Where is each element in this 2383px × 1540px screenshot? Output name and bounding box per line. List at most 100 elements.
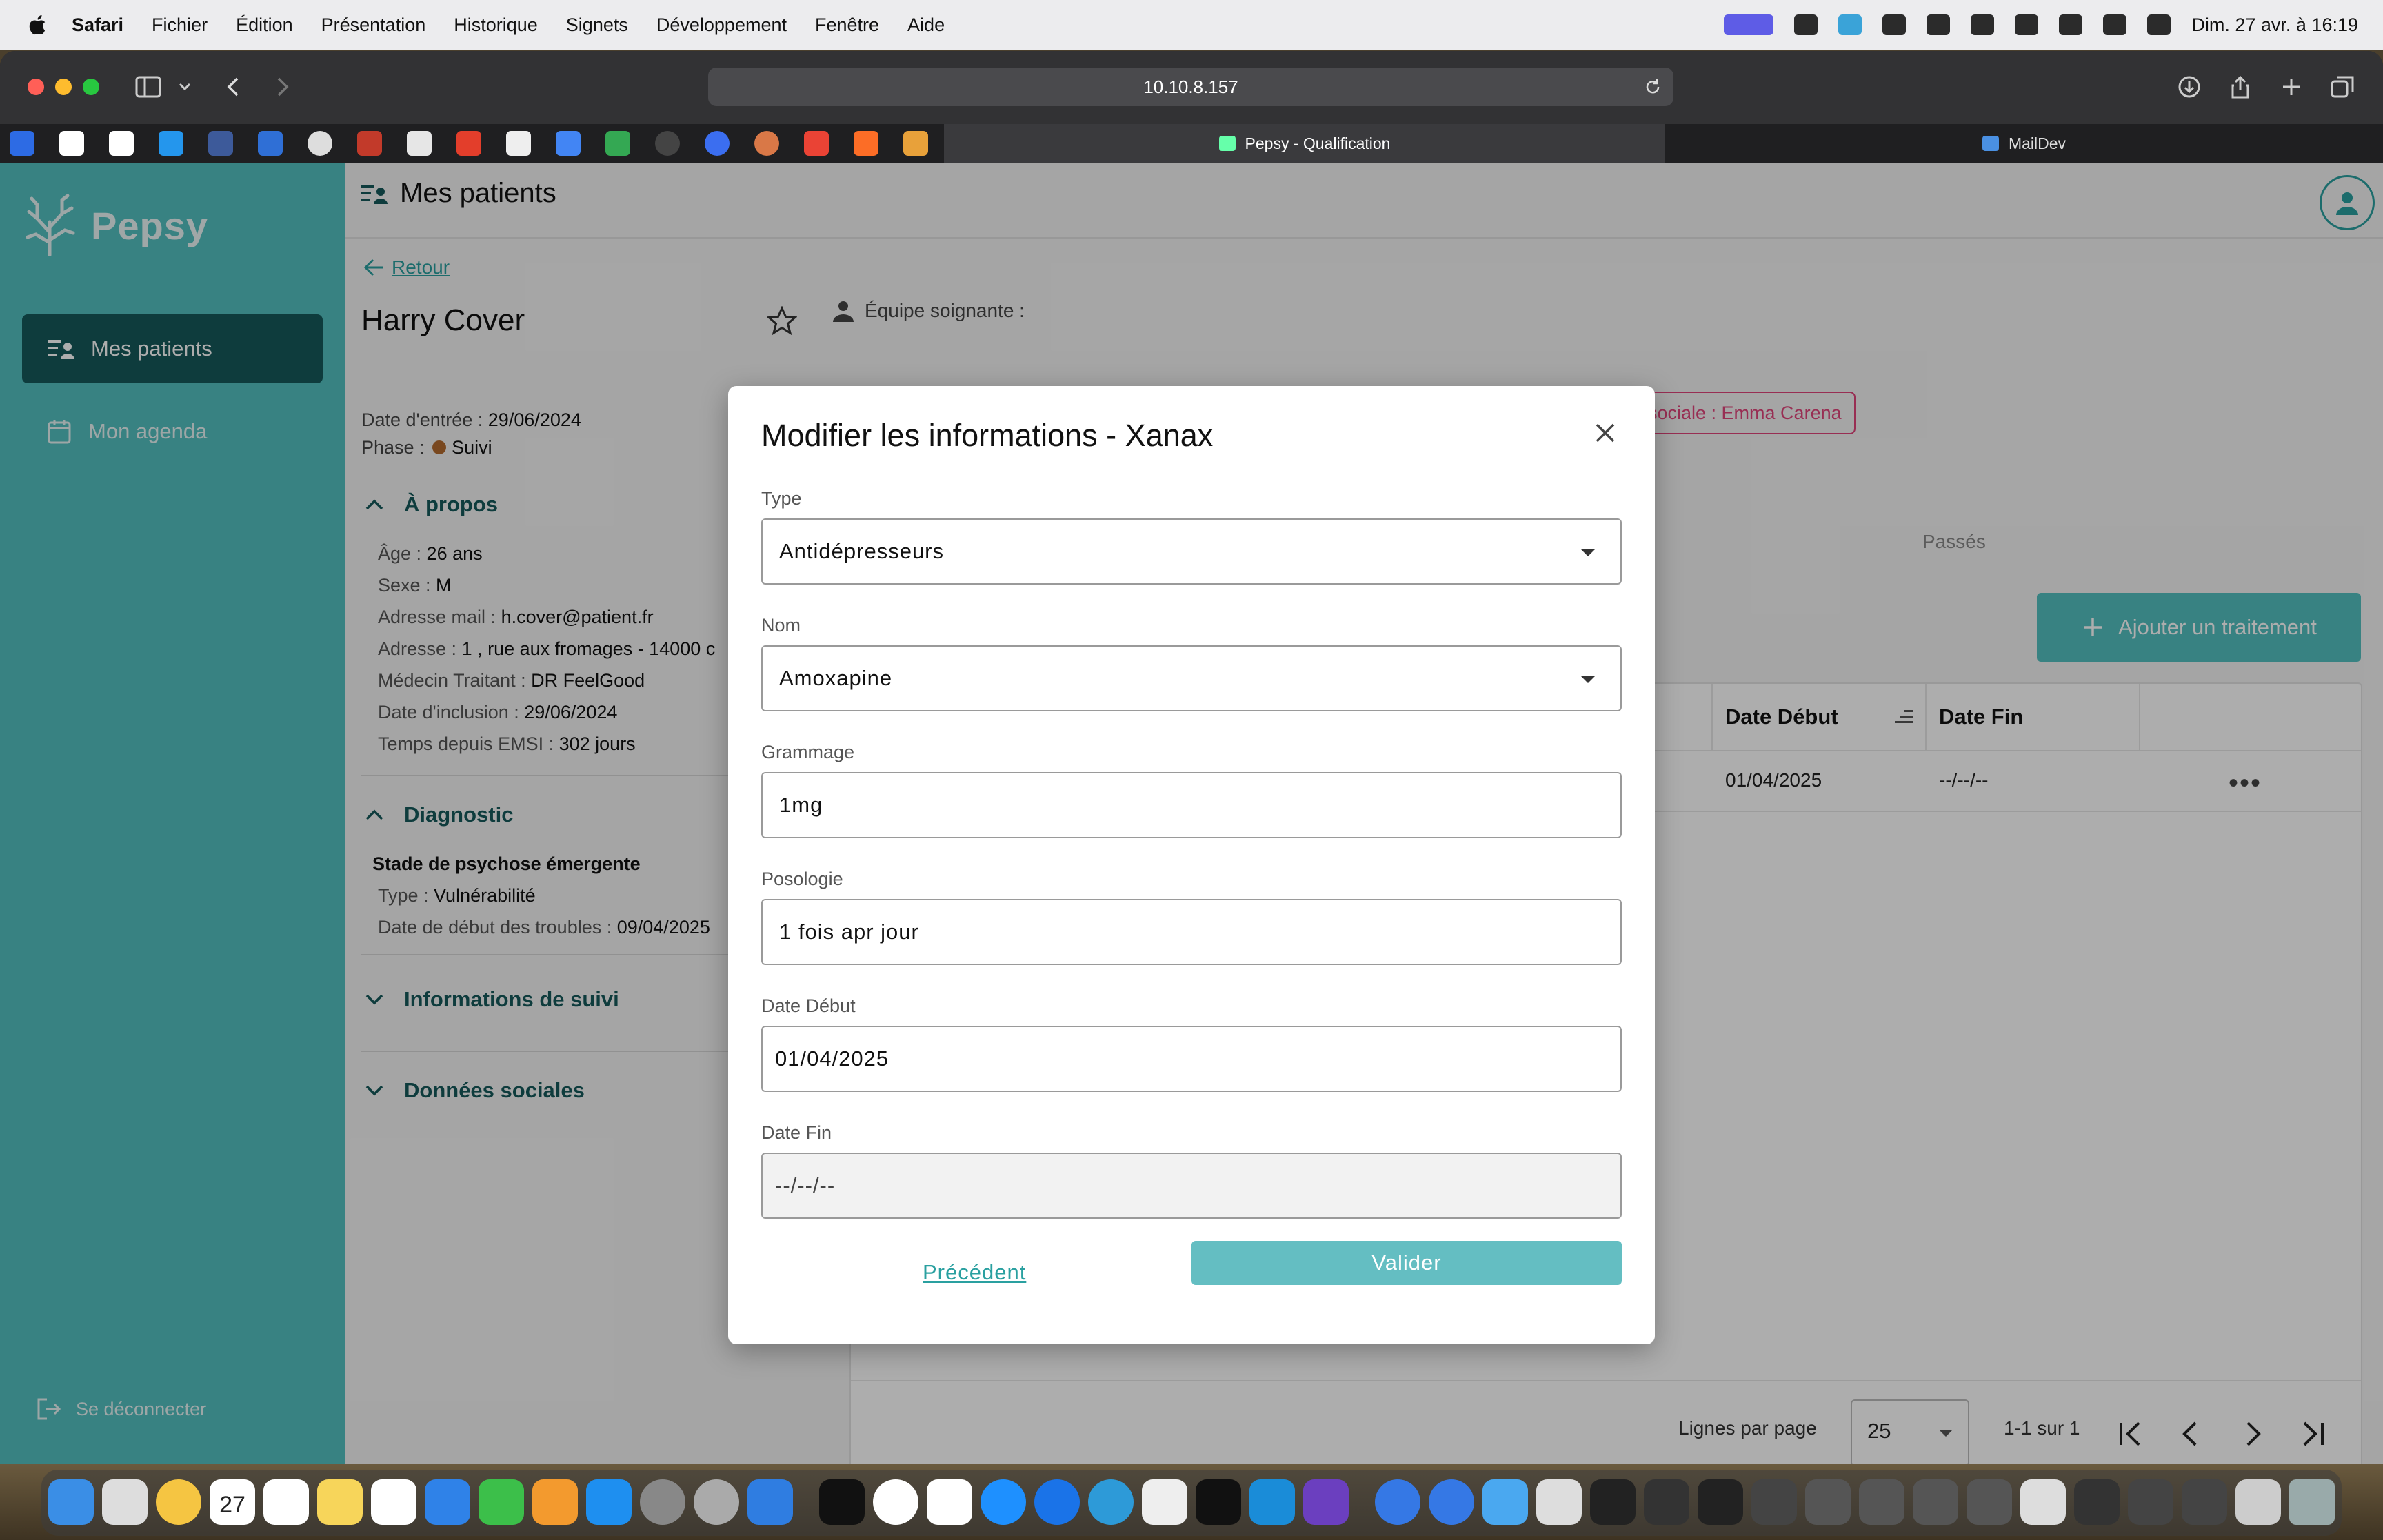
close-icon[interactable]: [1590, 418, 1620, 448]
window-thumbnail-icon[interactable]: [1698, 1479, 1743, 1525]
bookmark-app-icon[interactable]: [407, 131, 432, 156]
vscode-icon[interactable]: [1249, 1479, 1295, 1525]
menu-fichier[interactable]: Fichier: [152, 14, 208, 36]
url-bar[interactable]: 10.10.8.157: [708, 68, 1673, 106]
bookmark-bitwarden-icon[interactable]: [258, 131, 283, 156]
forward-arrow-icon[interactable]: [269, 74, 295, 99]
menubar-clock[interactable]: Dim. 27 avr. à 16:19: [2191, 14, 2358, 36]
window-thumbnail-icon[interactable]: [1590, 1479, 1636, 1525]
tab-pepsy[interactable]: Pepsy - Qualification: [944, 124, 1665, 163]
wifi-icon[interactable]: [2059, 14, 2083, 35]
window-thumbnail-icon[interactable]: [1967, 1479, 2012, 1525]
trash-icon[interactable]: [2289, 1479, 2335, 1525]
numbers-icon[interactable]: [479, 1479, 524, 1525]
calendar-app-icon[interactable]: 27: [210, 1479, 255, 1525]
bookmark-gitlab-icon[interactable]: [854, 131, 878, 156]
dosage-input[interactable]: 1mg: [761, 772, 1622, 838]
finder-icon[interactable]: [48, 1479, 94, 1525]
app-icon[interactable]: [927, 1479, 972, 1525]
start-date-input[interactable]: 01/04/2025: [761, 1026, 1622, 1092]
bookmark-app-icon[interactable]: [208, 131, 233, 156]
window-thumbnail-icon[interactable]: [1805, 1479, 1851, 1525]
window-thumbnail-icon[interactable]: [1644, 1479, 1689, 1525]
keynote-icon[interactable]: [425, 1479, 470, 1525]
apple-menu-icon[interactable]: [28, 14, 47, 35]
menu-aide[interactable]: Aide: [907, 14, 945, 36]
window-thumbnail-icon[interactable]: [1859, 1479, 1904, 1525]
safari-icon[interactable]: [981, 1479, 1026, 1525]
downloads-icon[interactable]: [2176, 74, 2202, 99]
chrome-icon[interactable]: [873, 1479, 918, 1525]
bookmark-github-icon[interactable]: [59, 131, 84, 156]
window-thumbnail-icon[interactable]: [2235, 1479, 2281, 1525]
window-zoom-button[interactable]: [83, 79, 99, 95]
bookmark-calendar-icon[interactable]: [556, 131, 581, 156]
bookmark-jira-icon[interactable]: [10, 131, 34, 156]
grammarly-icon[interactable]: [1794, 14, 1818, 35]
photos-icon[interactable]: [156, 1479, 201, 1525]
window-thumbnail-icon[interactable]: [1536, 1479, 1582, 1525]
reminders-icon[interactable]: [263, 1479, 309, 1525]
chevron-down-icon[interactable]: [177, 74, 193, 99]
window-thumbnail-icon[interactable]: [2128, 1479, 2173, 1525]
terminal-icon[interactable]: [819, 1479, 865, 1525]
menu-fenetre[interactable]: Fenêtre: [815, 14, 879, 36]
posology-input[interactable]: 1 fois apr jour: [761, 899, 1622, 965]
menu-historique[interactable]: Historique: [454, 14, 538, 36]
window-thumbnail-icon[interactable]: [2020, 1479, 2066, 1525]
app-icon[interactable]: [1088, 1479, 1134, 1525]
bookmark-app-icon[interactable]: [357, 131, 382, 156]
control-center-icon[interactable]: [2147, 14, 2171, 35]
window-minimize-button[interactable]: [55, 79, 72, 95]
tab-overview-icon[interactable]: [2329, 74, 2355, 99]
pages-icon[interactable]: [532, 1479, 578, 1525]
app-icon[interactable]: [1375, 1479, 1420, 1525]
bookmark-gemini-icon[interactable]: [705, 131, 730, 156]
upload-icon[interactable]: [1927, 14, 1951, 35]
app-icon[interactable]: [1303, 1479, 1349, 1525]
new-tab-icon[interactable]: [2278, 74, 2304, 99]
app-store-icon[interactable]: [586, 1479, 632, 1525]
reload-icon[interactable]: [1643, 77, 1662, 97]
share-icon[interactable]: [2227, 74, 2253, 99]
bookmark-meet-icon[interactable]: [605, 131, 630, 156]
system-settings-icon[interactable]: [640, 1479, 685, 1525]
folder-icon[interactable]: [1482, 1479, 1528, 1525]
vpn-icon[interactable]: [1882, 14, 1907, 35]
notes-icon[interactable]: [317, 1479, 363, 1525]
pycharm-icon[interactable]: [1196, 1479, 1241, 1525]
bookmark-chatgpt-icon[interactable]: [655, 131, 680, 156]
battery-icon[interactable]: [2015, 14, 2039, 35]
bookmark-claude-icon[interactable]: [754, 131, 779, 156]
window-thumbnail-icon[interactable]: [1751, 1479, 1797, 1525]
spotlight-icon[interactable]: [2103, 14, 2127, 35]
menu-app-name[interactable]: Safari: [72, 14, 123, 36]
window-thumbnail-icon[interactable]: [1913, 1479, 1958, 1525]
menu-signets[interactable]: Signets: [566, 14, 628, 36]
submit-button[interactable]: Valider: [1192, 1241, 1622, 1285]
tab-maildev[interactable]: MailDev: [1665, 124, 2383, 163]
bookmark-app-icon[interactable]: [903, 131, 928, 156]
bookmark-app-icon[interactable]: [456, 131, 481, 156]
xcode-icon[interactable]: [747, 1479, 793, 1525]
name-select[interactable]: Amoxapine: [761, 645, 1622, 711]
previous-button[interactable]: Précédent: [923, 1260, 1026, 1285]
back-arrow-icon[interactable]: [221, 74, 247, 99]
bookmark-gmail-icon[interactable]: [804, 131, 829, 156]
launchpad-icon[interactable]: [102, 1479, 148, 1525]
window-thumbnail-icon[interactable]: [2182, 1479, 2227, 1525]
bookmark-github-icon[interactable]: [109, 131, 134, 156]
bluetooth-icon[interactable]: [1971, 14, 1995, 35]
type-select[interactable]: Antidépresseurs: [761, 518, 1622, 585]
app-icon[interactable]: [1429, 1479, 1474, 1525]
app-icon[interactable]: [1034, 1479, 1080, 1525]
bookmark-app-icon[interactable]: [308, 131, 332, 156]
screen-share-icon[interactable]: [1724, 14, 1774, 35]
window-close-button[interactable]: [28, 79, 44, 95]
menu-edition[interactable]: Édition: [236, 14, 293, 36]
freeform-icon[interactable]: [371, 1479, 416, 1525]
app-icon[interactable]: [694, 1479, 739, 1525]
window-thumbnail-icon[interactable]: [2074, 1479, 2120, 1525]
menu-presentation[interactable]: Présentation: [321, 14, 426, 36]
bookmark-apple-icon[interactable]: [506, 131, 531, 156]
